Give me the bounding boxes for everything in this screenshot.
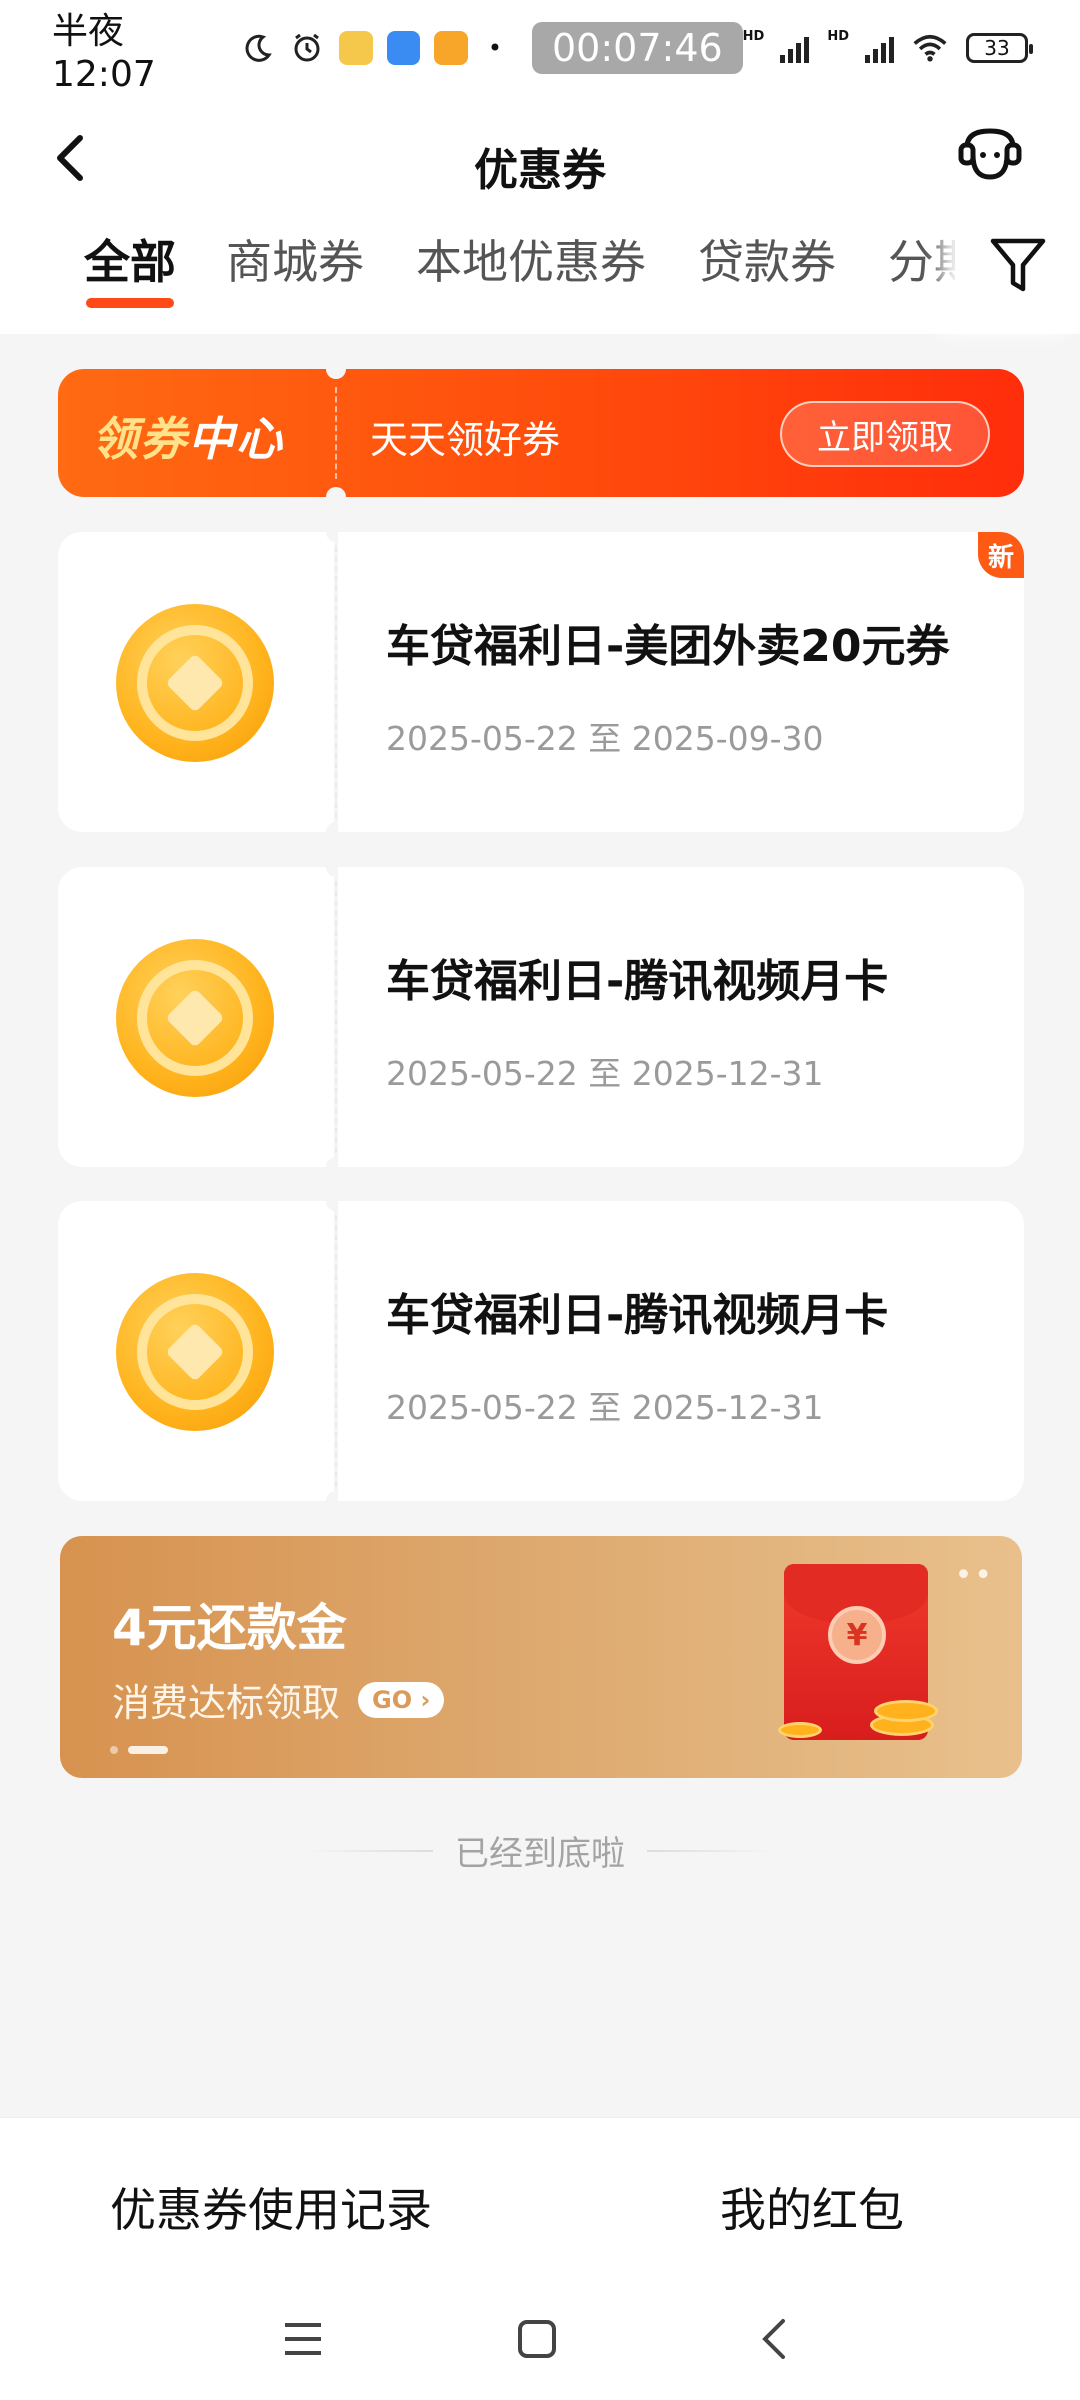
network-type-label: HD (742, 28, 765, 44)
end-of-list-text: 已经到底啦 (455, 1834, 625, 1874)
divider-line-left (305, 1849, 433, 1852)
repayment-banner[interactable]: 4元还款金 消费达标领取 GO › •• ¥ (60, 1536, 1022, 1778)
filter-icon (990, 238, 1045, 292)
go-button[interactable]: GO › (358, 1681, 445, 1718)
coupon-stub (58, 1201, 334, 1501)
signal-icon (780, 33, 810, 63)
repayment-subtitle: 消费达标领取 (112, 1681, 341, 1725)
divider-line-right (647, 1849, 775, 1852)
tab-installment[interactable]: 分期券 (888, 226, 955, 292)
signal-icon-2 (865, 33, 894, 63)
coupon-perforation (335, 881, 337, 1153)
dot-separator-icon: • (487, 34, 502, 62)
system-back-button[interactable] (740, 2309, 806, 2369)
wifi-icon (912, 30, 948, 66)
coupon-card[interactable]: 车贷福利日-腾讯视频月卡 2025-05-22 至 2025-12-31 (58, 857, 1024, 1177)
status-left: 半夜12:07 • 00:07:46 (52, 2, 743, 95)
coin-icon (116, 604, 274, 762)
coin-icon (116, 939, 274, 1097)
banner-notch-top (326, 359, 346, 379)
battery-level: 33 (984, 36, 1010, 60)
my-red-packet-link[interactable]: 我的红包 (720, 2174, 904, 2240)
coupon-tabs: 全部 商城券 本地优惠券 贷款券 分期券 (0, 196, 1080, 334)
weibo-app-icon (338, 31, 373, 65)
coupon-title: 车贷福利日-腾讯视频月卡 (386, 956, 889, 1007)
status-time: 半夜12:07 (52, 10, 156, 95)
coupon-center-banner[interactable]: 领券中心 天天领好券 立即领取 (58, 359, 1024, 507)
customer-service-icon (958, 128, 1022, 180)
network-type-label-2: HD (827, 28, 849, 44)
coupon-perforation (335, 1215, 337, 1487)
gold-coin-icon (874, 1700, 938, 1722)
more-dots-icon[interactable]: •• (955, 1558, 994, 1593)
battery-icon: 33 (966, 33, 1033, 63)
cloud-app-icon (386, 31, 421, 65)
customer-service-button[interactable] (950, 114, 1030, 194)
notes-app-icon (434, 31, 468, 65)
repayment-title: 4元还款金 (112, 1599, 347, 1657)
filter-button[interactable] (955, 196, 1080, 334)
coupon-body: 车贷福利日-腾讯视频月卡 2025-05-22 至 2025-12-31 (338, 867, 1024, 1167)
coupon-date-range: 2025-05-22 至 2025-12-31 (386, 1054, 824, 1093)
alarm-icon (289, 30, 325, 66)
banner-notch-bottom (326, 487, 346, 507)
end-of-list: 已经到底啦 (0, 1826, 1080, 1875)
tab-loan[interactable]: 贷款券 (698, 226, 836, 292)
go-label: GO (372, 1685, 413, 1714)
new-badge: 新 (978, 532, 1024, 578)
moon-icon (240, 30, 276, 66)
coupon-center-logo: 领券中心 (92, 403, 284, 469)
coupon-history-link[interactable]: 优惠券使用记录 (110, 2174, 432, 2240)
yuan-seal: ¥ (828, 1606, 886, 1664)
coupon-stub (58, 867, 334, 1167)
home-button[interactable] (504, 2309, 570, 2369)
repayment-subtitle-row: 消费达标领取 GO › (112, 1672, 445, 1727)
coupon-perforation (335, 546, 337, 818)
bottom-action-bar: 优惠券使用记录 我的红包 (0, 2117, 1080, 2281)
back-triangle-icon (762, 2319, 785, 2359)
coupon-title: 车贷福利日-腾讯视频月卡 (386, 1290, 889, 1341)
status-bar: 半夜12:07 • 00:07:46 HD HD 33 (0, 0, 1080, 96)
claim-now-button[interactable]: 立即领取 (780, 401, 990, 467)
carousel-indicator (110, 1746, 168, 1754)
coupon-body: 车贷福利日-腾讯视频月卡 2025-05-22 至 2025-12-31 (338, 1201, 1024, 1501)
banner-divider (335, 387, 337, 479)
screen-record-timer: 00:07:46 (532, 22, 743, 74)
menu-icon (285, 2323, 321, 2355)
tab-local[interactable]: 本地优惠券 (416, 226, 646, 292)
coupon-stub (58, 532, 334, 832)
coupon-date-range: 2025-05-22 至 2025-12-31 (386, 1388, 824, 1427)
tab-mall[interactable]: 商城券 (226, 226, 364, 292)
tab-scroller: 全部 商城券 本地优惠券 贷款券 分期券 (0, 196, 955, 334)
gold-coin-icon (778, 1722, 822, 1738)
status-right: HD HD 33 (742, 28, 1033, 66)
coupon-center-logo-b: 中心 (188, 412, 284, 466)
coupon-card[interactable]: 车贷福利日-腾讯视频月卡 2025-05-22 至 2025-12-31 (58, 1191, 1024, 1511)
coupon-card[interactable]: 车贷福利日-美团外卖20元券 2025-05-22 至 2025-09-30 新 (58, 522, 1024, 842)
home-square-icon (518, 2320, 556, 2358)
coupon-title: 车贷福利日-美团外卖20元券 (386, 621, 950, 672)
coin-icon (116, 1273, 274, 1431)
active-tab-indicator (86, 298, 174, 308)
coupon-center-logo-a: 领券 (92, 412, 188, 466)
menu-button[interactable] (270, 2309, 336, 2369)
page-title: 优惠券 (474, 145, 606, 196)
tab-all[interactable]: 全部 (84, 226, 176, 292)
system-nav-bar (0, 2281, 1080, 2400)
coupon-body: 车贷福利日-美团外卖20元券 2025-05-22 至 2025-09-30 新 (338, 532, 1024, 832)
coupon-date-range: 2025-05-22 至 2025-09-30 (386, 719, 824, 758)
coupon-center-slogan: 天天领好券 (370, 418, 561, 462)
